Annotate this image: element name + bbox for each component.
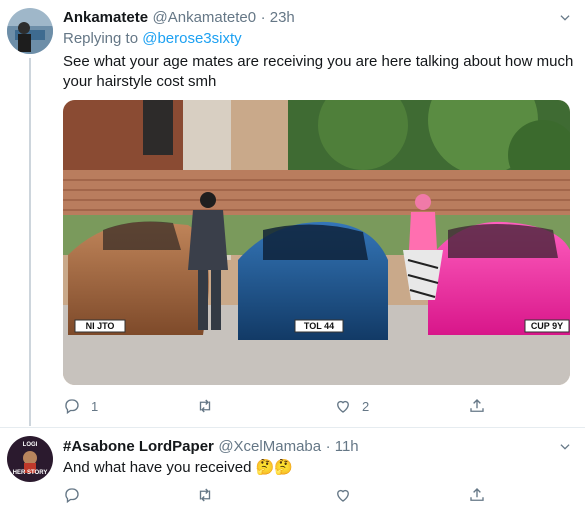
tweet-header: #Asabone LordPaper @XcelMamaba · 11h [63,438,359,456]
retweet-button[interactable] [196,486,214,504]
photo-illustration [63,100,570,385]
display-name[interactable]: Ankamatete [63,9,148,26]
replying-to-line: Replying to @berose3sixty [63,30,242,47]
retweet-icon [199,488,211,502]
like-button[interactable] [334,486,352,504]
tweet-text-line-1: See what your age mates are receiving yo… [63,53,574,70]
chevron-down-icon[interactable] [558,11,572,30]
reply-button[interactable] [63,486,81,504]
timestamp[interactable]: · 11h [326,438,359,455]
like-count: 2 [362,398,370,414]
display-name[interactable]: #Asabone LordPaper [63,438,214,455]
tweet-text: See what your age mates are receiving yo… [63,52,583,92]
divider [0,427,585,428]
plate-2: TOL 44 [303,321,335,331]
avatar[interactable]: LOGI HER STORY [7,436,53,482]
replying-to-handle[interactable]: @berose3sixty [142,30,241,47]
avatar-text-bottom: HER STORY [12,470,48,476]
plate-3: CUP 9Y [530,321,564,331]
reply-button[interactable]: 1 [63,397,98,415]
retweet-icon [199,399,211,413]
tweet-photo[interactable]: NI JTO TOL 44 CUP 9Y [63,100,570,385]
replying-to-label: Replying to [63,30,139,47]
tweet-header: Ankamatete @Ankamatete0 · 23h [63,9,295,27]
retweet-button[interactable] [196,397,214,415]
plate-1: NI JTO [85,321,115,331]
reply-icon [65,488,79,504]
heart-icon [337,489,349,502]
tweet-text-line-2: your hairstyle cost smh [63,73,217,90]
share-icon [470,399,484,412]
reply-icon [65,399,79,415]
share-icon [470,488,484,501]
user-handle[interactable]: @XcelMamaba [218,438,321,455]
user-handle[interactable]: @Ankamatete0 [153,9,257,26]
share-button[interactable] [468,397,486,415]
thread-line [29,58,31,426]
tweet-text: And what have you received 🤔🤔 [63,459,293,476]
timestamp[interactable]: · 23h [261,9,295,26]
like-button[interactable]: 2 [334,397,369,415]
avatar[interactable] [7,8,53,54]
reply-count: 1 [91,398,99,414]
chevron-down-icon[interactable] [558,440,572,459]
heart-icon [337,400,349,413]
share-button[interactable] [468,486,486,504]
